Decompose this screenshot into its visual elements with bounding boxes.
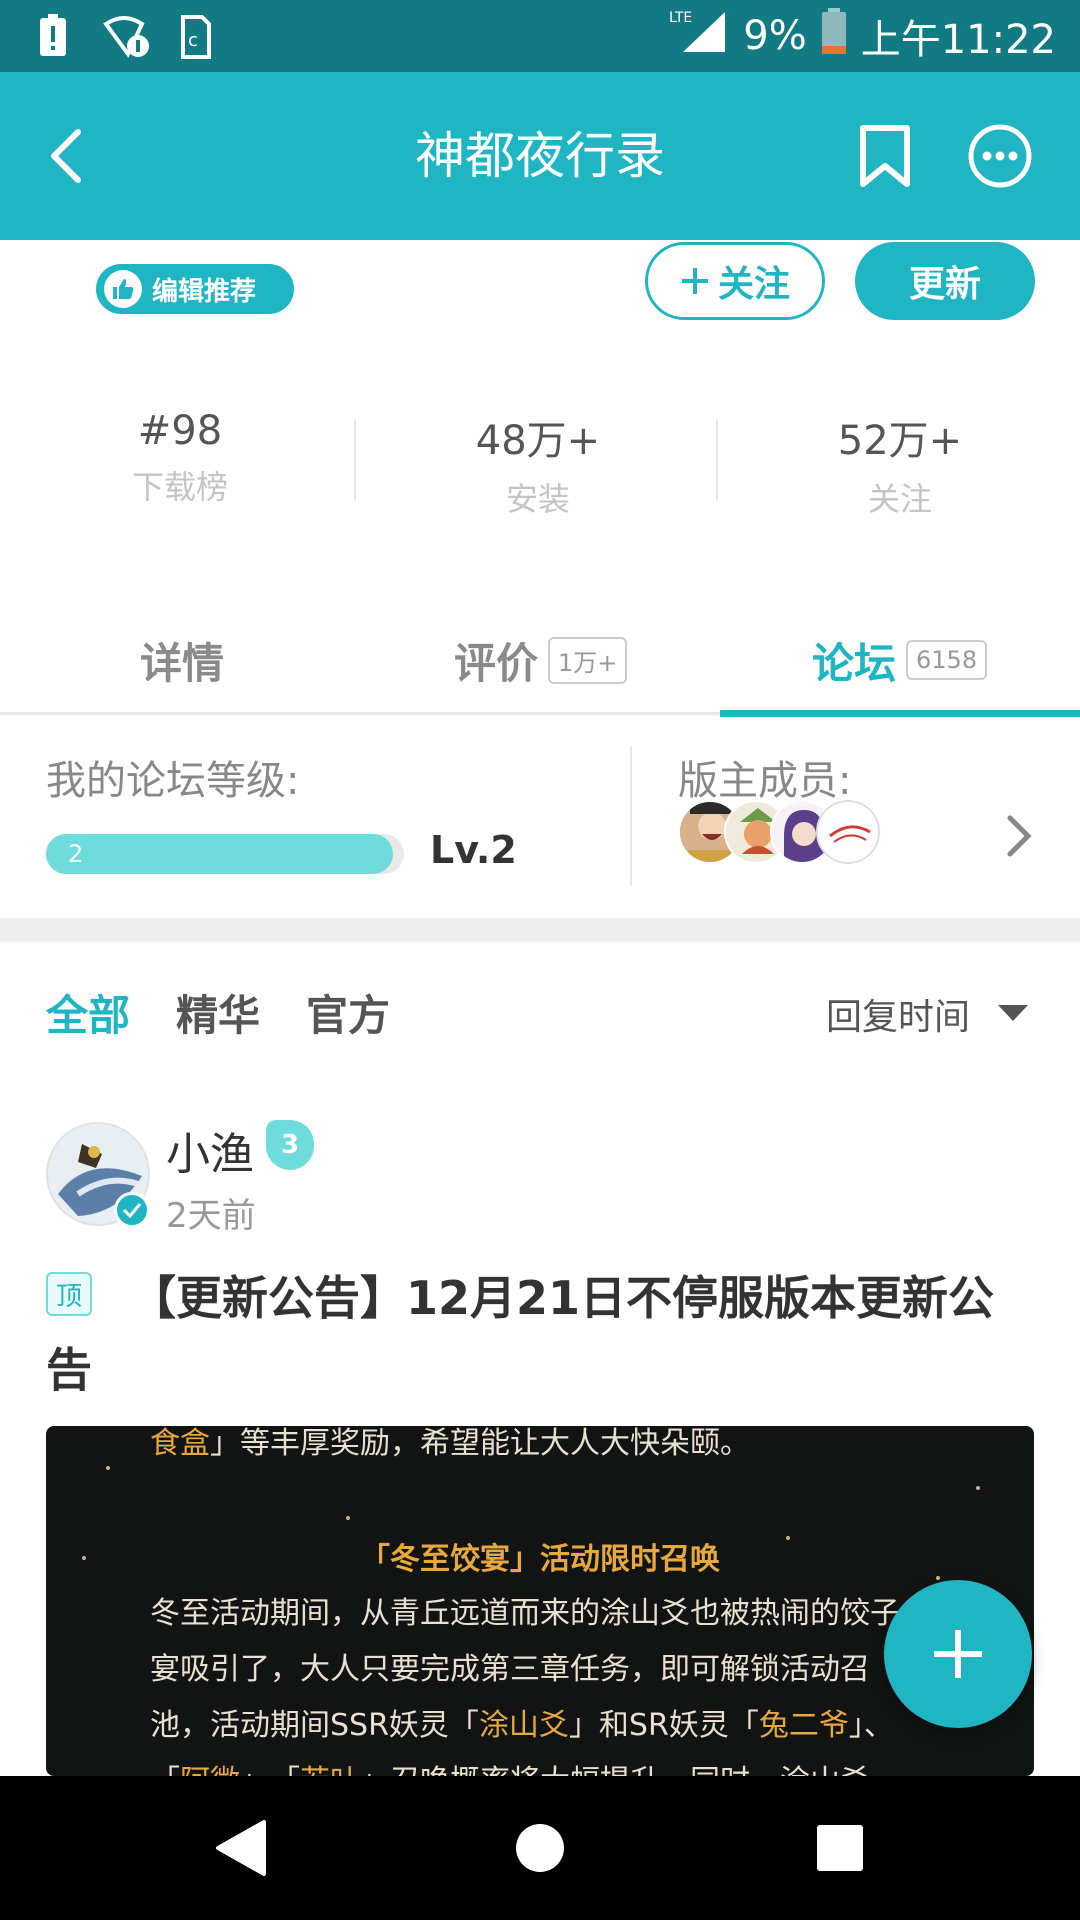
- author-name[interactable]: 小渔: [166, 1118, 254, 1182]
- stat-value: #98: [137, 408, 223, 454]
- star-decoration: [106, 1466, 110, 1470]
- alert-icon: [38, 14, 68, 62]
- section-separator: [0, 918, 1080, 942]
- image-heading: 「冬至饺宴」活动限时召唤: [360, 1542, 720, 1577]
- plus-icon: [681, 268, 708, 294]
- clock: 上午11:22: [860, 17, 1056, 63]
- post-image[interactable]: 食盒」等丰厚奖励，希望能让大人大快朵颐。 「冬至饺宴」活动限时召唤 冬至活动期间…: [46, 1426, 1034, 1776]
- update-label: 更新: [908, 264, 981, 305]
- filter-all[interactable]: 全部: [46, 982, 130, 1043]
- follow-button[interactable]: 关注: [645, 242, 825, 320]
- editor-recommend-label: 编辑推荐: [152, 276, 257, 307]
- shield-notification-icon: [102, 14, 152, 62]
- nav-recents-button[interactable]: [800, 1808, 880, 1888]
- stat-label: 下载榜: [131, 468, 228, 506]
- filter-official[interactable]: 官方: [306, 982, 390, 1043]
- tab-count: 1万+: [548, 636, 628, 684]
- plus-icon: [934, 1630, 982, 1678]
- follow-label: 关注: [717, 264, 790, 305]
- post-title[interactable]: 【更新公告】12月21日不停服版本更新公告: [46, 1262, 1036, 1406]
- moderator-avatar: [816, 800, 880, 864]
- forum-level-label: 我的论坛等级:: [46, 758, 300, 804]
- image-text-line: 池，活动期间SSR妖灵「涂山爻」和SR妖灵「兔二爷」、: [150, 1708, 894, 1743]
- tab-forum[interactable]: 论坛 6158: [812, 620, 988, 700]
- image-text-line: 冬至活动期间，从青丘远道而来的涂山爻也被热闹的饺子: [150, 1596, 900, 1631]
- divider: [354, 420, 356, 500]
- back-triangle-icon: [216, 1820, 266, 1876]
- filter-featured[interactable]: 精华: [176, 982, 260, 1043]
- image-text-line: 食盒」等丰厚奖励，希望能让大人大快朵颐。: [150, 1426, 750, 1461]
- bookmark-icon: [860, 125, 910, 187]
- tab-indicator: [720, 710, 1080, 717]
- status-bar: c LTE 9% 上午11:22: [0, 0, 1080, 72]
- verified-icon: [114, 1192, 150, 1228]
- divider: [630, 746, 632, 886]
- image-text-line: 宴吸引了，大人只要完成第三章任务，即可解锁活动召: [150, 1652, 870, 1687]
- update-button[interactable]: 更新: [855, 242, 1035, 320]
- battery-percent: 9%: [743, 13, 807, 59]
- star-decoration: [976, 1486, 980, 1490]
- signal-icon: LTE: [669, 8, 729, 64]
- nav-back-button[interactable]: [200, 1808, 280, 1888]
- stat-value: 52万+: [837, 418, 963, 464]
- more-icon: [968, 124, 1032, 188]
- tab-label: 评价: [454, 638, 539, 688]
- bookmark-button[interactable]: [845, 116, 925, 196]
- tab-count: 6158: [906, 640, 988, 680]
- image-text-line: 「阿微」、「若叶」召唤概率将大幅提升，同时，涂山爻: [150, 1756, 870, 1776]
- sim-card-icon: c: [180, 14, 212, 64]
- editor-recommend-badge: 编辑推荐: [96, 264, 294, 314]
- svg-text:c: c: [188, 30, 198, 51]
- tab-reviews[interactable]: 评价 1万+: [454, 620, 628, 700]
- battery-icon: [821, 8, 847, 64]
- new-post-button[interactable]: [884, 1580, 1032, 1728]
- stat-installs: 48万+ 安装: [388, 408, 688, 520]
- moderators-label: 版主成员:: [678, 758, 852, 804]
- level-text: Lv.2: [430, 828, 517, 872]
- stat-rank: #98 下载榜: [30, 408, 330, 508]
- post-time: 2天前: [166, 1196, 256, 1236]
- stat-value: 48万+: [475, 418, 601, 464]
- chevron-right-icon[interactable]: [1004, 812, 1034, 864]
- app-header: 神都夜行录: [0, 72, 1080, 240]
- star-decoration: [346, 1516, 350, 1520]
- sort-dropdown[interactable]: 回复时间: [826, 988, 1029, 1040]
- home-circle-icon: [516, 1824, 564, 1872]
- caret-down-icon: [998, 1005, 1029, 1021]
- level-progress-bar: 2: [46, 834, 404, 874]
- tab-details[interactable]: 详情: [140, 620, 224, 700]
- level-progress-fill: 2: [46, 834, 393, 874]
- author-level-badge: 3: [266, 1120, 314, 1170]
- sort-label: 回复时间: [826, 997, 971, 1038]
- tab-label: 论坛: [812, 638, 897, 688]
- divider: [716, 420, 718, 500]
- stat-followers: 52万+ 关注: [750, 408, 1050, 520]
- stat-label: 关注: [867, 480, 932, 518]
- recents-square-icon: [817, 1825, 863, 1871]
- nav-home-button[interactable]: [500, 1808, 580, 1888]
- thumbs-up-icon: [104, 270, 142, 308]
- stat-label: 安装: [505, 480, 570, 518]
- svg-text:LTE: LTE: [669, 10, 692, 26]
- tab-label: 详情: [140, 638, 225, 688]
- system-nav-bar: [0, 1776, 1080, 1920]
- more-button[interactable]: [960, 116, 1040, 196]
